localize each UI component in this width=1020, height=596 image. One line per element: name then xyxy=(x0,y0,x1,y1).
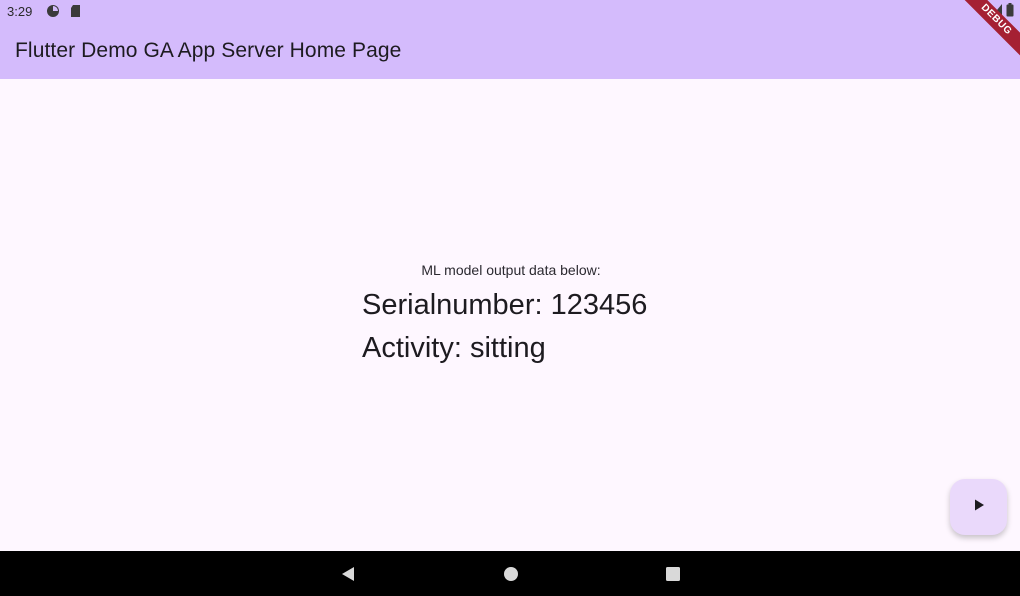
app-notification-icon xyxy=(46,4,60,18)
app-bar: Flutter Demo GA App Server Home Page xyxy=(0,22,1020,79)
play-button[interactable] xyxy=(950,479,1007,535)
screen: 3:29 Flutter Demo GA App Server Home Pag… xyxy=(0,0,1020,596)
serial-number-text: Serialnumber: 123456 xyxy=(362,289,648,321)
main-content: ML model output data below: Serialnumber… xyxy=(0,79,1020,551)
home-icon[interactable] xyxy=(502,565,520,583)
sd-card-icon xyxy=(69,4,83,18)
navigation-bar xyxy=(0,551,1020,596)
back-icon[interactable] xyxy=(339,565,357,583)
output-caption: ML model output data below: xyxy=(421,262,601,278)
status-time: 3:29 xyxy=(7,4,33,19)
play-icon xyxy=(972,498,986,517)
debug-banner-container: DEBUG xyxy=(960,0,1020,60)
output-panel: ML model output data below: Serialnumber… xyxy=(362,262,662,370)
page-title: Flutter Demo GA App Server Home Page xyxy=(15,39,402,62)
status-bar: 3:29 xyxy=(0,0,1020,22)
recents-icon[interactable] xyxy=(664,565,682,583)
debug-banner: DEBUG xyxy=(960,0,1020,60)
activity-text: Activity: sitting xyxy=(362,332,546,364)
